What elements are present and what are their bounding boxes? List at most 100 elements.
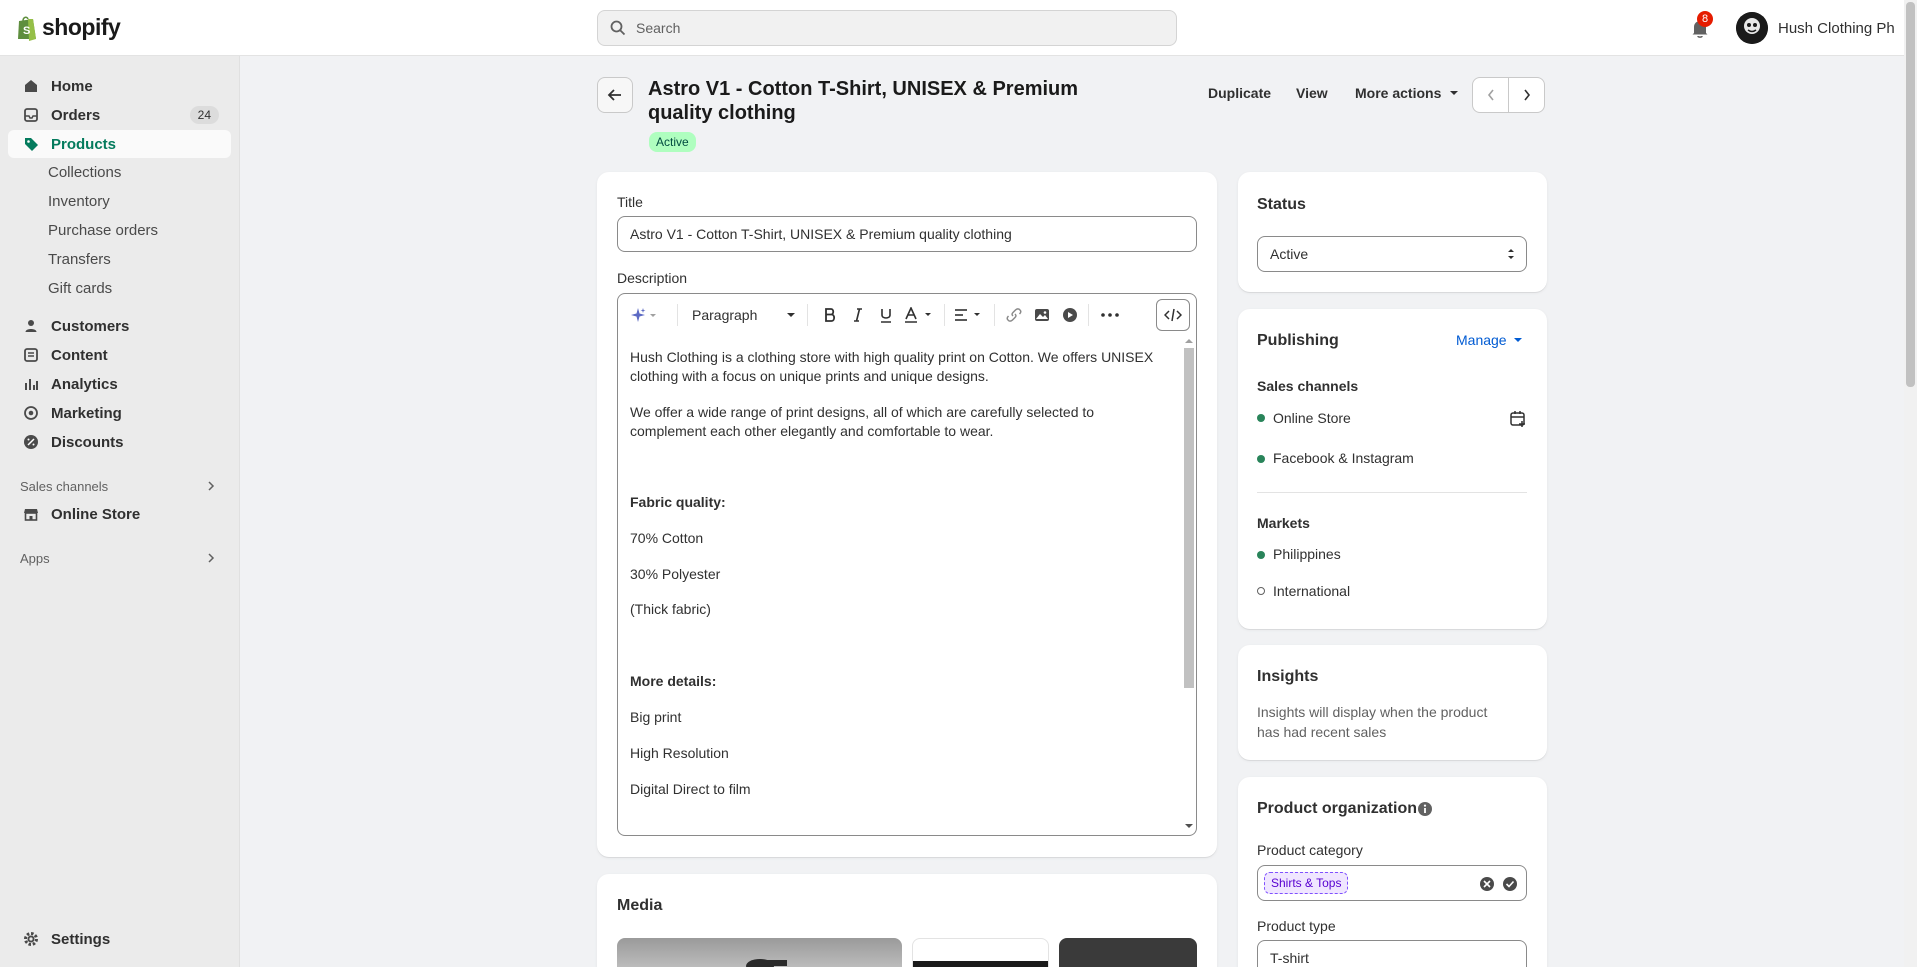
clear-icon[interactable] bbox=[1479, 876, 1495, 892]
sidebar-item-customers[interactable]: Customers bbox=[8, 312, 231, 340]
title-input[interactable]: Astro V1 - Cotton T-Shirt, UNISEX & Prem… bbox=[617, 216, 1197, 252]
next-product-button[interactable] bbox=[1508, 77, 1545, 113]
code-icon bbox=[1164, 308, 1182, 322]
details-line: Digital Direct to film bbox=[630, 781, 751, 797]
previous-product-button[interactable] bbox=[1472, 77, 1509, 113]
show-html-button[interactable] bbox=[1156, 299, 1190, 331]
chevron-right-icon[interactable] bbox=[206, 480, 216, 492]
sidebar-item-label: Discounts bbox=[51, 433, 124, 451]
insights-text: Insights will display when the product h… bbox=[1257, 704, 1488, 740]
italic-button[interactable] bbox=[846, 304, 870, 326]
product-category-field[interactable]: Shirts & Tops bbox=[1257, 865, 1527, 901]
sidebar: Home Orders 24 Products Collections Inve… bbox=[0, 56, 240, 967]
sidebar-item-label: Analytics bbox=[51, 375, 118, 393]
market-philippines: Philippines bbox=[1273, 546, 1341, 562]
sidebar-item-label: Marketing bbox=[51, 404, 122, 422]
bold-button[interactable] bbox=[818, 304, 842, 326]
market-inactive-dot bbox=[1257, 587, 1265, 595]
sidebar-subitem-inventory[interactable]: Inventory bbox=[48, 193, 110, 210]
page-title: Astro V1 - Cotton T-Shirt, UNISEX & Prem… bbox=[648, 78, 1079, 124]
title-label: Title bbox=[617, 194, 643, 210]
text-color-icon bbox=[905, 307, 931, 323]
view-button[interactable]: View bbox=[1296, 85, 1328, 101]
store-menu[interactable]: Hush Clothing Ph bbox=[1736, 12, 1895, 44]
sidebar-item-online-store[interactable]: Online Store bbox=[8, 500, 231, 528]
market-international: International bbox=[1273, 583, 1351, 599]
more-actions-label: More actions bbox=[1355, 85, 1442, 101]
sidebar-subitem-gift-cards[interactable]: Gift cards bbox=[48, 280, 112, 297]
insert-video-button[interactable] bbox=[1058, 304, 1082, 326]
image-icon bbox=[1035, 309, 1049, 321]
page-scrollbar[interactable] bbox=[1904, 0, 1917, 967]
caret-down-icon bbox=[1450, 91, 1459, 95]
sidebar-subitem-collections[interactable]: Collections bbox=[48, 164, 121, 181]
orders-count-badge: 24 bbox=[189, 106, 219, 124]
description-paragraph: We offer a wide range of print designs, … bbox=[630, 404, 1095, 439]
insert-link-button[interactable] bbox=[1002, 304, 1026, 326]
shopify-logo[interactable]: S shopify bbox=[16, 14, 121, 41]
title-input-value: Astro V1 - Cotton T-Shirt, UNISEX & Prem… bbox=[630, 226, 1012, 242]
checkmark-icon[interactable] bbox=[1502, 876, 1518, 892]
status-badge: Active bbox=[649, 132, 696, 152]
align-button[interactable] bbox=[952, 304, 988, 326]
sidebar-item-discounts[interactable]: Discounts bbox=[8, 428, 231, 456]
product-organization-title: Product organization bbox=[1257, 800, 1417, 817]
sidebar-item-analytics[interactable]: Analytics bbox=[8, 370, 231, 398]
ai-magic-button[interactable] bbox=[628, 304, 660, 326]
status-select[interactable]: Active bbox=[1257, 236, 1527, 272]
bar-chart-icon bbox=[22, 375, 40, 393]
editor-scrollbar-thumb[interactable] bbox=[1184, 348, 1194, 688]
sidebar-item-label: Content bbox=[51, 346, 108, 364]
sidebar-item-marketing[interactable]: Marketing bbox=[8, 399, 231, 427]
back-button[interactable] bbox=[597, 77, 633, 113]
chevron-right-icon bbox=[1523, 89, 1530, 101]
calendar-schedule-icon[interactable] bbox=[1509, 410, 1527, 428]
sparkle-icon bbox=[631, 308, 656, 322]
market-active-dot bbox=[1257, 551, 1265, 559]
search-bar[interactable] bbox=[597, 10, 1177, 46]
paragraph-style-select[interactable]: Paragraph bbox=[688, 304, 800, 326]
search-input[interactable] bbox=[636, 20, 1136, 36]
more-formatting-button[interactable] bbox=[1096, 304, 1124, 326]
insert-image-button[interactable] bbox=[1030, 304, 1054, 326]
media-thumbnail[interactable] bbox=[912, 938, 1049, 967]
media-thumbnail[interactable] bbox=[617, 938, 902, 967]
manage-publishing-button[interactable]: Manage bbox=[1456, 332, 1523, 348]
sidebar-item-label: Online Store bbox=[51, 505, 141, 523]
product-type-label: Product type bbox=[1257, 918, 1336, 934]
page-scrollbar-thumb[interactable] bbox=[1906, 2, 1915, 387]
sidebar-item-products[interactable]: Products bbox=[8, 130, 231, 158]
chevron-left-icon bbox=[1487, 89, 1494, 101]
fabric-line: (Thick fabric) bbox=[630, 601, 711, 617]
underline-button[interactable] bbox=[874, 304, 898, 326]
markets-heading: Markets bbox=[1257, 515, 1310, 531]
sidebar-item-label: Customers bbox=[51, 317, 130, 335]
fabric-line: 70% Cotton bbox=[630, 530, 704, 546]
sidebar-item-content[interactable]: Content bbox=[8, 341, 231, 369]
editor-scrollbar[interactable] bbox=[1182, 338, 1194, 831]
more-actions-button[interactable]: More actions bbox=[1355, 85, 1459, 101]
align-left-icon bbox=[955, 309, 980, 321]
store-icon bbox=[22, 505, 40, 523]
sidebar-item-home[interactable]: Home bbox=[8, 72, 231, 100]
search-icon bbox=[610, 20, 626, 36]
sidebar-item-orders[interactable]: Orders 24 bbox=[8, 101, 231, 129]
sidebar-subitem-transfers[interactable]: Transfers bbox=[48, 251, 111, 268]
product-type-input[interactable]: T-shirt bbox=[1257, 940, 1527, 967]
text-color-button[interactable] bbox=[902, 304, 938, 326]
info-icon[interactable] bbox=[1417, 801, 1433, 817]
media-thumbnail[interactable] bbox=[1059, 938, 1197, 967]
play-circle-icon bbox=[1063, 308, 1077, 322]
description-editor[interactable]: Hush Clothing is a clothing store with h… bbox=[617, 334, 1197, 836]
status-card bbox=[1238, 172, 1547, 292]
tag-icon bbox=[22, 135, 40, 153]
shopify-bag-icon: S bbox=[18, 16, 36, 41]
select-arrows-icon bbox=[1508, 249, 1514, 259]
publishing-title: Publishing bbox=[1257, 332, 1339, 349]
sidebar-item-label: Settings bbox=[51, 930, 111, 948]
duplicate-button[interactable]: Duplicate bbox=[1208, 85, 1271, 101]
sidebar-subitem-purchase-orders[interactable]: Purchase orders bbox=[48, 222, 158, 239]
sidebar-item-settings[interactable]: Settings bbox=[8, 925, 231, 953]
chevron-right-icon[interactable] bbox=[206, 552, 216, 564]
category-tag: Shirts & Tops bbox=[1264, 872, 1349, 894]
